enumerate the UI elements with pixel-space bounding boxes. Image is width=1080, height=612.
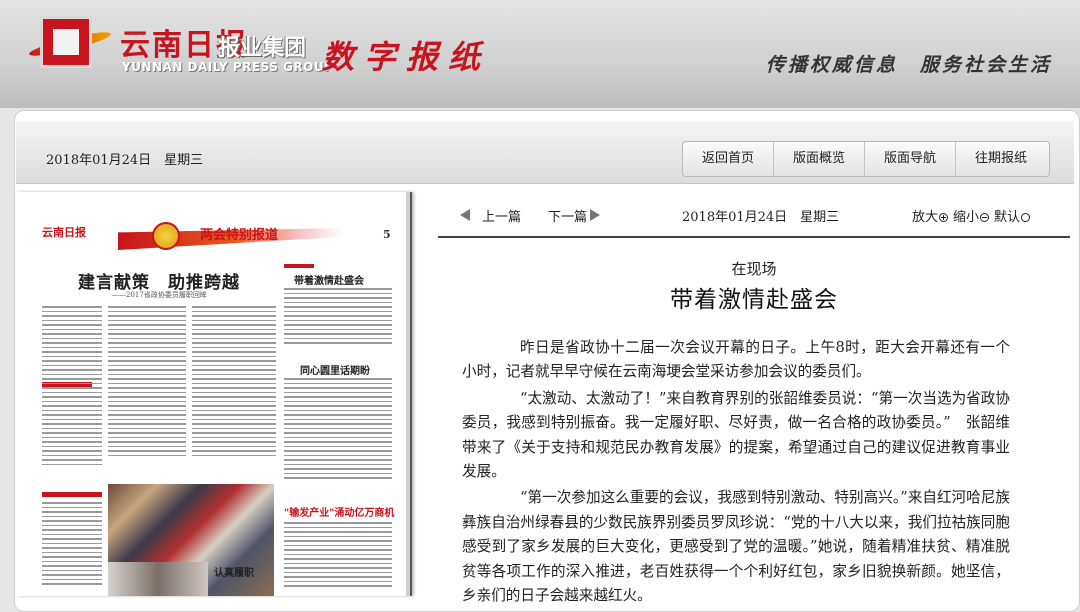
- plus-circle-icon: [939, 213, 949, 222]
- thumb-article-link-2[interactable]: 同心圆里话期盼: [300, 362, 370, 377]
- thumb-article-link-1[interactable]: 带着激情赴盛会: [294, 272, 364, 287]
- yunnan-daily-logo-icon[interactable]: [40, 16, 92, 68]
- thumb-subhead: ——2017省政协委员履职回眸: [112, 291, 207, 299]
- article-navigation-bar: 上一篇 下一篇 2018年01月24日 星期三 放大 缩小 默认: [438, 200, 1070, 238]
- arrow-right-icon: [590, 209, 600, 221]
- next-article-link[interactable]: 下一篇: [548, 206, 600, 225]
- thumb-article-link-3[interactable]: "输发产业"涌动亿万商机: [284, 504, 394, 519]
- newspaper-page-image[interactable]: 云南日报 两会特别报道 5 建言献策 助推跨越 ——2017省政协委员履职回眸 …: [16, 192, 412, 596]
- top-toolbar: 2018年01月24日 星期三 返回首页 版面概览 版面导航 往期报纸: [16, 121, 1074, 184]
- article-date: 2018年01月24日 星期三: [682, 210, 840, 225]
- issue-date: 2018年01月24日 星期三: [46, 153, 204, 168]
- thumb-special-report: 两会特别报道: [200, 228, 279, 243]
- article-title: 带着激情赴盛会: [670, 287, 838, 313]
- article-paragraph: 昨日是省政协十二届一次会议开幕的日子。上午8时，距大会开幕还有一个小时，记者就早…: [462, 339, 1010, 381]
- thumb-page-number: 5: [383, 228, 391, 241]
- article-paragraph: “第一次参加这么重要的会议，我感到特别激动、特别高兴。”来自红河哈尼族彝族自治州…: [462, 489, 1010, 605]
- thumb-text-column[interactable]: [42, 306, 102, 486]
- font-zoom-controls: 放大 缩小 默认: [912, 206, 1035, 225]
- thumb-text-column[interactable]: [192, 306, 276, 478]
- arrow-left-icon: [460, 209, 470, 221]
- zoom-default-button[interactable]: 默认: [994, 210, 1035, 225]
- thumb-photo-caption[interactable]: 认真履职: [214, 564, 254, 579]
- thumb-text-column[interactable]: [284, 522, 392, 596]
- thumb-masthead: 云南日报: [42, 226, 86, 239]
- radio-circle-icon: [1021, 213, 1031, 222]
- nav-past-issues-button[interactable]: 往期报纸: [956, 142, 1049, 176]
- nav-home-button[interactable]: 返回首页: [683, 142, 775, 176]
- zoom-in-label: 放大: [912, 210, 939, 225]
- brand-group-label: 报业集团: [218, 36, 307, 61]
- thumb-news-photo[interactable]: [108, 562, 208, 596]
- thumb-red-bar: [42, 492, 102, 497]
- emblem-icon: [152, 222, 180, 250]
- article-paragraph: “太激动、太激动了！”来自教育界别的张韶维委员说：“第一次当选为省政协委员，我感…: [462, 389, 1010, 481]
- zoom-out-label: 缩小: [953, 210, 980, 225]
- site-slogan: 传播权威信息 服务社会生活: [766, 54, 1053, 76]
- thumb-text-column[interactable]: [42, 502, 102, 596]
- zoom-out-button[interactable]: 缩小: [953, 210, 994, 225]
- next-article-label: 下一篇: [548, 210, 588, 225]
- minus-circle-icon: [980, 213, 990, 222]
- prev-article-label: 上一篇: [482, 210, 522, 225]
- article-kicker: 在现场: [731, 260, 777, 278]
- product-title: 数字报纸: [322, 38, 491, 76]
- thumb-red-bar: [284, 264, 314, 268]
- site-header: 云南日报 报业集团 YUNNAN DAILY PRESS GROUP 数字报纸 …: [0, 0, 1080, 108]
- article-body: 昨日是省政协十二届一次会议开幕的日子。上午8时，距大会开幕还有一个小时，记者就早…: [462, 336, 1010, 610]
- main-navigation: 返回首页 版面概览 版面导航 往期报纸: [682, 141, 1051, 177]
- nav-overview-button[interactable]: 版面概览: [774, 142, 866, 176]
- zoom-default-label: 默认: [994, 210, 1021, 225]
- thumb-text-column[interactable]: [284, 378, 392, 496]
- nav-page-navigation-button[interactable]: 版面导航: [865, 142, 957, 176]
- thumb-text-column[interactable]: [284, 288, 392, 354]
- thumb-text-column[interactable]: [108, 306, 186, 478]
- brand-name-en: YUNNAN DAILY PRESS GROUP: [122, 60, 334, 74]
- zoom-in-button[interactable]: 放大: [912, 210, 953, 225]
